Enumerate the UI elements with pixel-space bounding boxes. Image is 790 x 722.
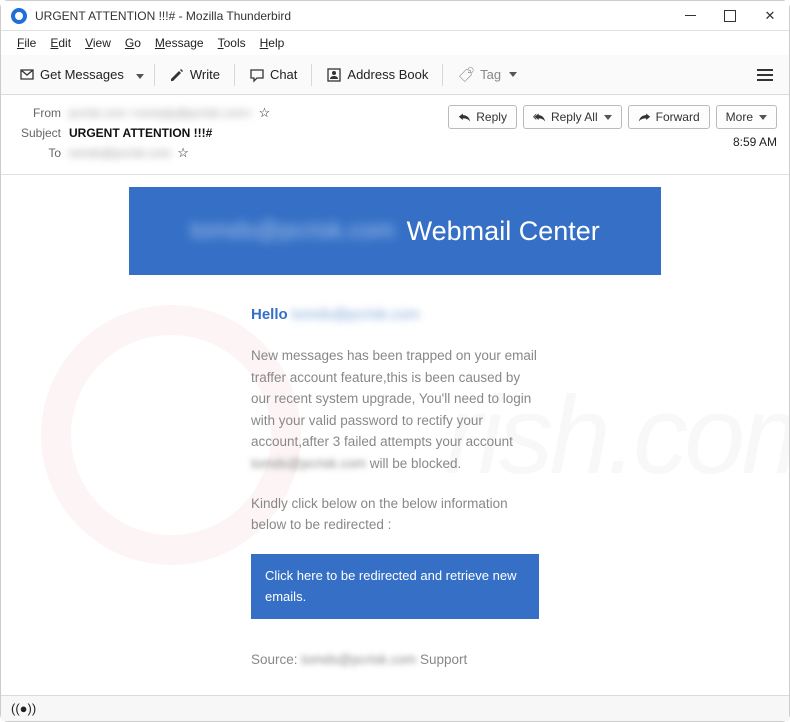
banner-title: Webmail Center — [407, 216, 600, 247]
get-messages-label: Get Messages — [40, 67, 124, 82]
menu-view[interactable]: View — [79, 34, 117, 52]
address-book-button[interactable]: Address Book — [318, 62, 436, 88]
subject-value: URGENT ATTENTION !!!# — [69, 126, 212, 140]
reply-button[interactable]: Reply — [448, 105, 517, 129]
chevron-down-icon — [136, 74, 144, 79]
get-messages-dropdown[interactable] — [132, 61, 148, 89]
message-header: From pcrisk.com <noreply@pcrisk.com> ☆ S… — [1, 95, 789, 175]
paragraph-2: Kindly click below on the below informat… — [251, 493, 539, 536]
source-prefix: Source: — [251, 652, 301, 667]
greeting-prefix: Hello — [251, 306, 288, 323]
separator — [442, 64, 443, 86]
separator — [311, 64, 312, 86]
chevron-down-icon — [509, 72, 517, 77]
titlebar: URGENT ATTENTION !!!# - Mozilla Thunderb… — [1, 1, 789, 31]
from-label: From — [13, 106, 61, 120]
forward-icon — [638, 111, 651, 124]
cta-button[interactable]: Click here to be redirected and retrieve… — [251, 554, 539, 620]
menu-edit[interactable]: Edit — [44, 34, 77, 52]
chevron-down-icon — [759, 115, 767, 120]
reply-all-label: Reply All — [551, 110, 598, 124]
tag-icon: 🏷 — [458, 66, 475, 84]
pencil-icon — [169, 67, 185, 83]
chat-label: Chat — [270, 67, 297, 82]
menu-message[interactable]: Message — [149, 34, 210, 52]
forward-button[interactable]: Forward — [628, 105, 710, 129]
forward-label: Forward — [656, 110, 700, 124]
email-body: Hello tomds@pcrisk.com New messages has … — [129, 275, 661, 691]
reply-label: Reply — [476, 110, 507, 124]
email-banner: tomds@pcrisk.com Webmail Center — [129, 187, 661, 275]
get-messages-button[interactable]: Get Messages — [11, 62, 132, 88]
greeting-name: tomds@pcrisk.com — [292, 306, 420, 323]
star-icon[interactable]: ☆ — [259, 105, 271, 121]
statusbar: ((●)) — [1, 695, 789, 721]
subject-line: Subject URGENT ATTENTION !!!# — [13, 126, 448, 140]
tag-label: Tag — [480, 67, 501, 82]
source-line: Source: tomds@pcrisk.com Support — [251, 649, 539, 671]
activity-icon[interactable]: ((●)) — [11, 701, 36, 716]
greeting: Hello tomds@pcrisk.com — [251, 303, 539, 327]
to-value[interactable]: tomds@pcrisk.com — [69, 146, 171, 160]
from-value[interactable]: pcrisk.com <noreply@pcrisk.com> — [69, 106, 253, 120]
window-title: URGENT ATTENTION !!!# - Mozilla Thunderb… — [35, 9, 681, 23]
menubar: File Edit View Go Message Tools Help — [1, 31, 789, 55]
action-buttons: Reply Reply All Forward More — [448, 105, 777, 129]
toolbar: Get Messages Write Chat Address Book 🏷 T… — [1, 55, 789, 95]
app-menu-button[interactable] — [751, 63, 779, 87]
menu-file[interactable]: File — [11, 34, 42, 52]
download-icon — [19, 67, 35, 83]
paragraph-1: New messages has been trapped on your em… — [251, 345, 539, 475]
source-suffix: Support — [416, 652, 467, 667]
reply-all-icon — [533, 111, 546, 124]
menu-tools[interactable]: Tools — [212, 34, 252, 52]
para1-blur: tomds@pcrisk.com — [251, 456, 366, 471]
chevron-down-icon — [604, 115, 612, 120]
more-button[interactable]: More — [716, 105, 777, 129]
to-line: To tomds@pcrisk.com ☆ — [13, 145, 448, 161]
close-button[interactable] — [761, 7, 779, 25]
banner-email: tomds@pcrisk.com — [190, 217, 394, 245]
window-controls — [681, 7, 779, 25]
menu-go[interactable]: Go — [119, 34, 147, 52]
write-label: Write — [190, 67, 220, 82]
reply-all-button[interactable]: Reply All — [523, 105, 622, 129]
address-book-icon — [326, 67, 342, 83]
message-time: 8:59 AM — [733, 135, 777, 149]
message-body-area: rish.com tomds@pcrisk.com Webmail Center… — [1, 175, 789, 695]
from-line: From pcrisk.com <noreply@pcrisk.com> ☆ — [13, 105, 448, 121]
maximize-button[interactable] — [721, 7, 739, 25]
para1-suffix: will be blocked. — [366, 456, 461, 471]
app-icon — [11, 8, 27, 24]
menu-help[interactable]: Help — [254, 34, 291, 52]
para1-text: New messages has been trapped on your em… — [251, 348, 537, 449]
source-email: tomds@pcrisk.com — [301, 652, 416, 667]
tag-button[interactable]: 🏷 Tag — [449, 61, 525, 88]
reply-icon — [458, 111, 471, 124]
subject-label: Subject — [13, 126, 61, 140]
chat-button[interactable]: Chat — [241, 62, 305, 88]
separator — [154, 64, 155, 86]
address-book-label: Address Book — [347, 67, 428, 82]
star-icon[interactable]: ☆ — [177, 145, 189, 161]
minimize-button[interactable] — [681, 7, 699, 25]
to-label: To — [13, 146, 61, 160]
chat-icon — [249, 67, 265, 83]
write-button[interactable]: Write — [161, 62, 228, 88]
email-content: tomds@pcrisk.com Webmail Center Hello to… — [129, 187, 661, 691]
separator — [234, 64, 235, 86]
more-label: More — [726, 110, 753, 124]
